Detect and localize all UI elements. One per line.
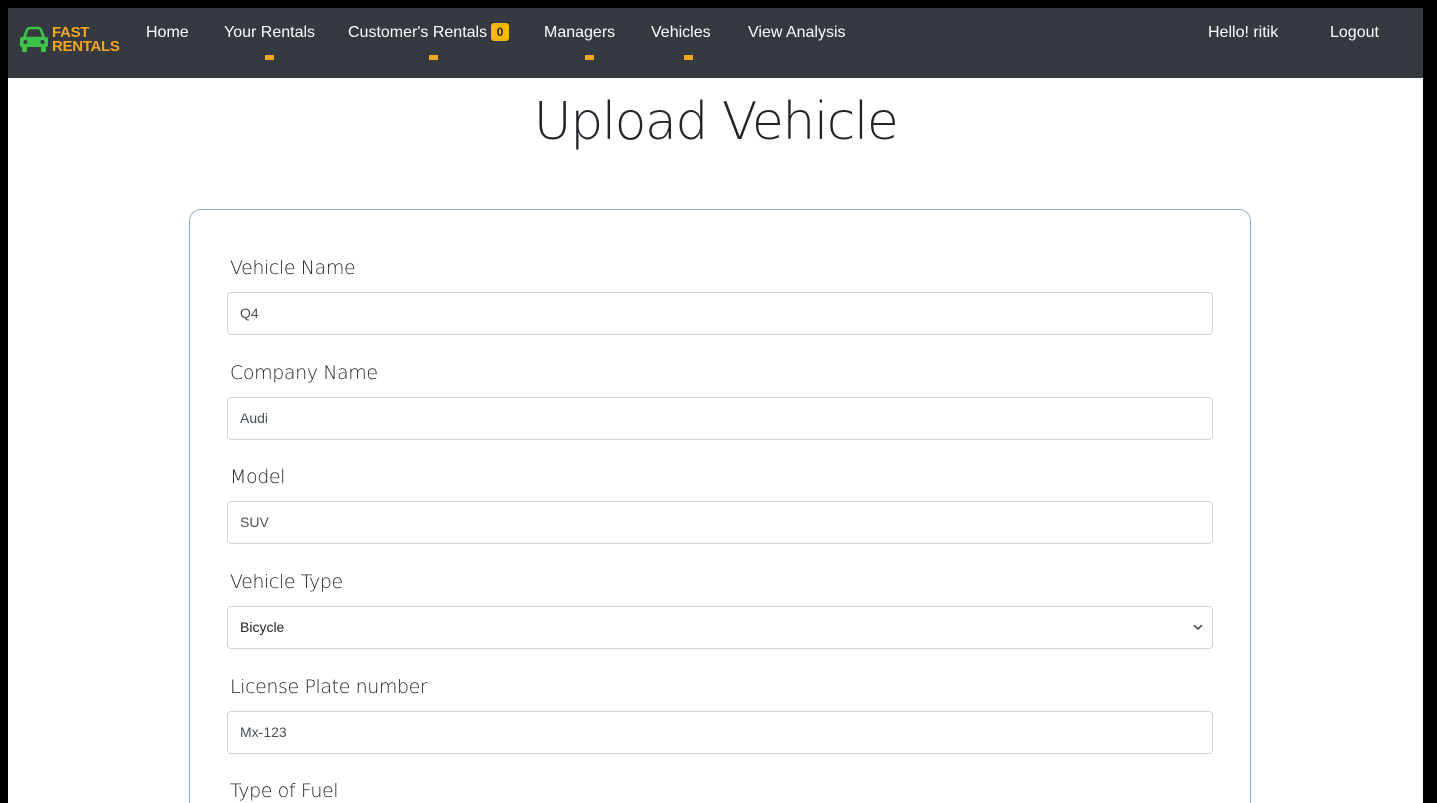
vehicle-type-selected-value: Bicycle xyxy=(240,619,285,635)
model-label: Model xyxy=(230,466,286,488)
nav-active-indicator xyxy=(585,55,594,60)
company-name-label: Company Name xyxy=(230,362,378,384)
company-name-input[interactable]: Audi xyxy=(227,397,1213,440)
car-icon xyxy=(20,26,48,52)
top-navbar: FAST RENTALS Home Your Rentals Customer'… xyxy=(8,8,1423,78)
vehicle-name-label: Vehicle Name xyxy=(230,257,356,279)
nav-home-label: Home xyxy=(146,24,189,41)
nav-logout[interactable]: Logout xyxy=(1330,22,1379,72)
brand-logo[interactable]: FAST RENTALS xyxy=(19,18,120,62)
app-window: FAST RENTALS Home Your Rentals Customer'… xyxy=(8,8,1423,803)
vehicle-type-select[interactable]: Bicycle xyxy=(227,606,1213,649)
nav-view-analysis-label: View Analysis xyxy=(748,24,846,41)
license-plate-input[interactable]: Mx-123 xyxy=(227,711,1213,754)
nav-user-greeting[interactable]: Hello! ritik xyxy=(1208,22,1278,72)
vehicle-name-input[interactable]: Q4 xyxy=(227,292,1213,335)
user-greeting-label: Hello! ritik xyxy=(1208,24,1279,41)
brand-text: FAST RENTALS xyxy=(52,25,120,55)
fuel-type-label: Type of Fuel xyxy=(230,780,339,802)
nav-active-indicator xyxy=(265,55,274,60)
license-plate-label: License Plate number xyxy=(230,676,428,698)
nav-active-indicator xyxy=(684,55,693,60)
nav-your-rentals-label: Your Rentals xyxy=(224,24,316,41)
customers-rentals-count-badge: 0 xyxy=(491,23,510,41)
nav-home[interactable]: Home xyxy=(146,22,189,72)
model-input[interactable]: SUV xyxy=(227,501,1213,544)
chevron-down-icon xyxy=(1193,624,1203,630)
nav-managers[interactable]: Managers xyxy=(544,22,615,72)
logout-label: Logout xyxy=(1330,24,1379,41)
nav-active-indicator xyxy=(429,55,438,60)
nav-vehicles[interactable]: Vehicles xyxy=(651,22,711,72)
nav-view-analysis[interactable]: View Analysis xyxy=(748,22,846,72)
nav-customers-rentals-label: Customer's Rentals xyxy=(348,24,488,41)
upload-vehicle-form: Vehicle Name Q4 Company Name Audi Model … xyxy=(189,209,1251,803)
nav-your-rentals[interactable]: Your Rentals xyxy=(224,22,315,72)
brand-line-2: RENTALS xyxy=(52,38,120,55)
nav-customers-rentals[interactable]: Customer's Rentals 0 xyxy=(348,22,510,72)
page-title: Upload Vehicle xyxy=(533,92,899,152)
nav-vehicles-label: Vehicles xyxy=(651,24,711,41)
vehicle-type-label: Vehicle Type xyxy=(230,571,343,593)
nav-managers-label: Managers xyxy=(544,24,616,41)
